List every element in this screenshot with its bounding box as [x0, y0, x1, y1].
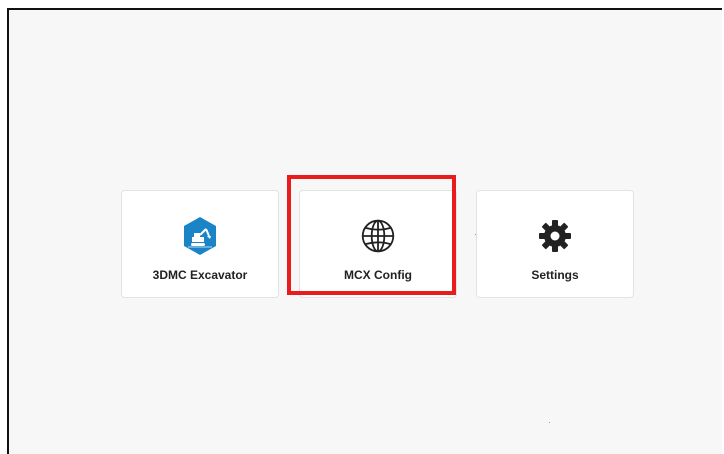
tile-label: 3DMC Excavator	[152, 268, 248, 282]
excavator-icon	[182, 216, 218, 256]
tile-label: Settings	[531, 268, 579, 282]
globe-icon	[360, 216, 396, 256]
3dmc-excavator-tile[interactable]: 3DMC Excavator	[121, 190, 279, 298]
settings-tile[interactable]: Settings	[476, 190, 634, 298]
tile-label: MCX Config	[344, 268, 412, 282]
app-screen: 3DMC Excavator MCX Config Settings	[7, 8, 722, 454]
gear-icon	[537, 216, 573, 256]
mcx-config-tile[interactable]: MCX Config	[299, 190, 457, 298]
pixel-artifact	[475, 234, 476, 235]
pixel-artifact	[549, 422, 550, 423]
